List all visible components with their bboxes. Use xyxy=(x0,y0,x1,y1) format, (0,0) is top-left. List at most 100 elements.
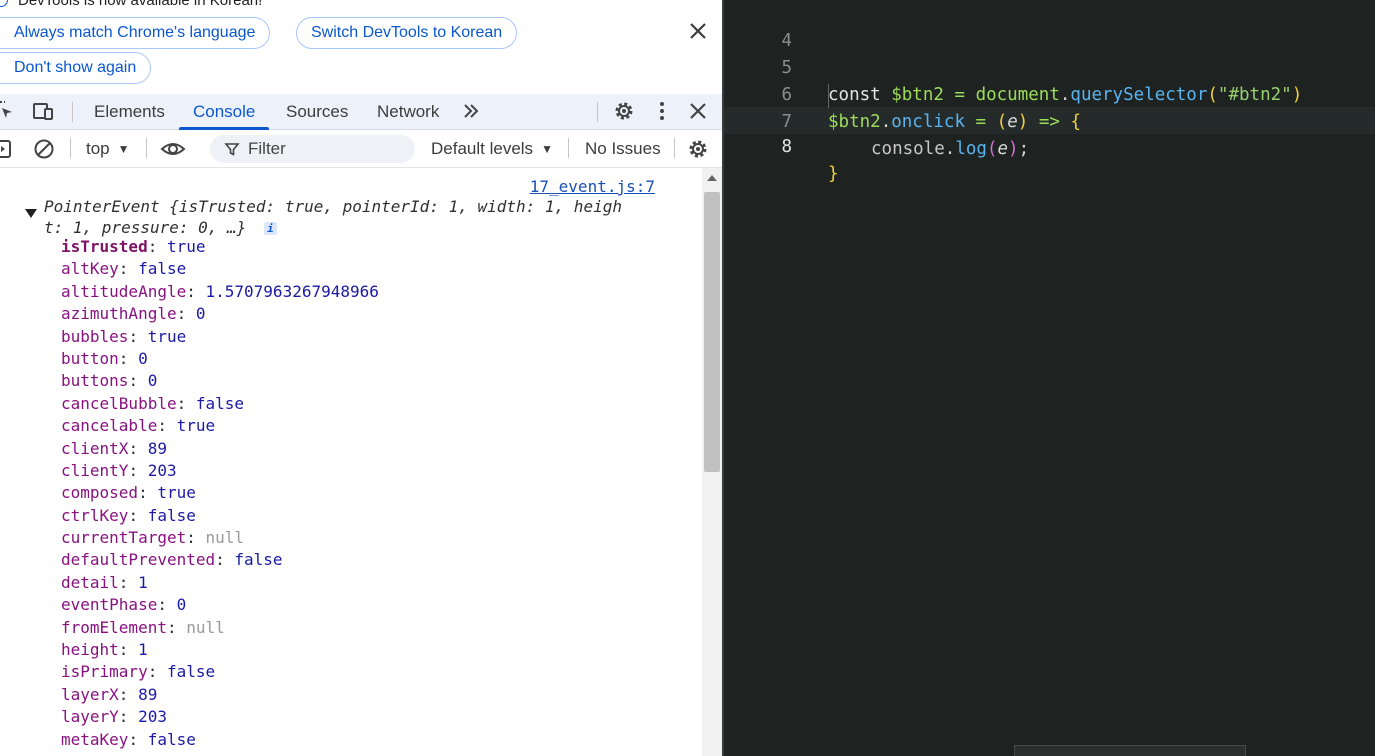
property-colon: : xyxy=(128,326,148,346)
code-line[interactable]: 4 xyxy=(724,1,1375,51)
context-selector[interactable]: top ▼ xyxy=(86,130,130,167)
property-row[interactable]: clientY: 203 xyxy=(61,460,379,482)
property-row[interactable]: bubbles: true xyxy=(61,326,379,348)
property-row[interactable]: altitudeAngle: 1.5707963267948966 xyxy=(61,281,379,303)
tab-elements[interactable]: Elements xyxy=(94,94,165,129)
brace-token: } xyxy=(828,164,839,184)
property-row[interactable]: height: 1 xyxy=(61,639,379,661)
source-link[interactable]: 17_event.js:7 xyxy=(530,177,655,196)
object-summary-line[interactable]: PointerEvent {isTrusted: true, pointerId… xyxy=(44,197,622,216)
console-output: 17_event.js:7 PointerEvent {isTrusted: t… xyxy=(0,168,702,756)
close-devtools-icon[interactable] xyxy=(687,100,709,122)
code-line[interactable]: 5 const $btn2 = document.querySelector("… xyxy=(724,28,1375,105)
divider xyxy=(597,102,598,122)
property-key: clientX xyxy=(61,438,129,458)
property-colon: : xyxy=(186,281,206,301)
property-key: bubbles xyxy=(61,326,129,346)
console-scrollbar[interactable] xyxy=(702,168,722,756)
property-row[interactable]: layerY: 203 xyxy=(61,706,379,728)
property-row[interactable]: altKey: false xyxy=(61,258,379,280)
divider xyxy=(72,102,73,122)
scrollbar-thumb[interactable] xyxy=(704,192,720,472)
property-row[interactable]: currentTarget: null xyxy=(61,527,379,549)
tab-sources[interactable]: Sources xyxy=(286,94,348,129)
property-colon: : xyxy=(118,640,139,660)
settings-gear-icon[interactable] xyxy=(613,100,635,122)
switch-devtools-korean-label: Switch DevTools to Korean xyxy=(311,24,503,41)
property-value: 89 xyxy=(138,684,158,704)
property-colon: : xyxy=(157,595,177,615)
dont-show-again-label: Don't show again xyxy=(14,59,137,76)
property-row[interactable]: isPrimary: false xyxy=(61,661,379,683)
line-number: 8 xyxy=(781,137,792,157)
property-value: true xyxy=(147,326,187,346)
property-colon: : xyxy=(128,460,148,480)
property-key: layerY xyxy=(61,707,119,727)
property-key: defaultPrevented xyxy=(61,550,216,570)
more-options-kebab-icon[interactable] xyxy=(651,100,673,122)
dont-show-again-button[interactable]: Don't show again xyxy=(0,52,152,84)
code-editor[interactable]: 4 5 const $btn2 = document.querySelector… xyxy=(724,0,1375,756)
property-row[interactable]: azimuthAngle: 0 xyxy=(61,303,379,325)
property-row[interactable]: eventPhase: 0 xyxy=(61,594,379,616)
property-row[interactable]: ctrlKey: false xyxy=(61,505,379,527)
property-row[interactable]: cancelable: true xyxy=(61,415,379,437)
property-colon: : xyxy=(166,617,187,637)
tab-network[interactable]: Network xyxy=(377,94,439,129)
console-settings-gear-icon[interactable] xyxy=(687,138,709,160)
issues-button[interactable]: No Issues xyxy=(585,130,661,167)
console-toolbar: top ▼ Filter Default levels ▼ No Issues xyxy=(0,130,722,168)
property-value: 203 xyxy=(138,707,167,727)
live-expression-eye-icon[interactable] xyxy=(160,138,186,160)
property-key: height xyxy=(61,640,119,660)
property-key: metaKey xyxy=(61,729,129,749)
filter-input[interactable]: Filter xyxy=(210,135,415,163)
property-key: isTrusted xyxy=(61,237,148,256)
scroll-up-arrow-icon[interactable] xyxy=(707,175,717,181)
property-value: 0 xyxy=(176,595,187,615)
more-tabs-chevron-icon[interactable] xyxy=(460,100,482,122)
property-row[interactable]: detail: 1 xyxy=(61,572,379,594)
code-line[interactable]: 6 $btn2.onclick = (e) => { xyxy=(724,55,1375,132)
editor-popup-edge xyxy=(1014,745,1246,756)
property-row[interactable]: buttons: 0 xyxy=(61,370,379,392)
property-key: composed xyxy=(61,483,139,503)
property-row[interactable]: isTrusted: true xyxy=(61,236,379,258)
property-row[interactable]: button: 0 xyxy=(61,348,379,370)
property-key: isPrimary xyxy=(61,662,148,682)
log-levels-dropdown[interactable]: Default levels ▼ xyxy=(431,130,553,167)
property-row[interactable]: layerX: 89 xyxy=(61,684,379,706)
property-row[interactable]: fromElement: null xyxy=(61,617,379,639)
object-summary-line[interactable]: t: 1, pressure: 0, …} i xyxy=(44,218,277,237)
always-match-language-button[interactable]: Always match Chrome's language xyxy=(0,17,271,49)
code-line-current[interactable]: 8 } xyxy=(724,107,1375,184)
switch-devtools-korean-button[interactable]: Switch DevTools to Korean xyxy=(296,17,518,49)
info-badge-icon[interactable]: i xyxy=(263,222,277,235)
property-key: detail xyxy=(61,572,119,592)
filter-funnel-icon xyxy=(224,143,240,156)
inspect-element-icon[interactable] xyxy=(0,100,16,122)
property-row[interactable]: defaultPrevented: false xyxy=(61,549,379,571)
clear-console-icon[interactable] xyxy=(33,138,55,160)
property-value: 89 xyxy=(147,438,167,458)
info-icon xyxy=(0,0,8,7)
semicolon-token: ; xyxy=(1018,139,1030,159)
property-key: button xyxy=(61,348,119,368)
divider xyxy=(70,138,71,158)
property-row[interactable]: clientX: 89 xyxy=(61,438,379,460)
property-row[interactable]: cancelBubble: false xyxy=(61,393,379,415)
property-colon: : xyxy=(128,438,148,458)
close-infobar-icon[interactable] xyxy=(686,19,710,43)
property-key: ctrlKey xyxy=(61,505,129,525)
property-key: altitudeAngle xyxy=(61,281,187,301)
param-token: e xyxy=(997,139,1009,159)
property-row[interactable]: composed: true xyxy=(61,482,379,504)
property-key: cancelBubble xyxy=(61,393,177,413)
device-toolbar-icon[interactable] xyxy=(32,100,54,122)
property-row[interactable]: metaKey: false xyxy=(61,729,379,751)
expand-triangle-icon[interactable] xyxy=(25,209,37,218)
tab-console[interactable]: Console xyxy=(178,94,270,130)
property-value: 0 xyxy=(195,304,206,324)
show-sidebar-icon[interactable] xyxy=(0,138,16,160)
code-line[interactable]: 7 console.log(e); xyxy=(724,82,1375,159)
